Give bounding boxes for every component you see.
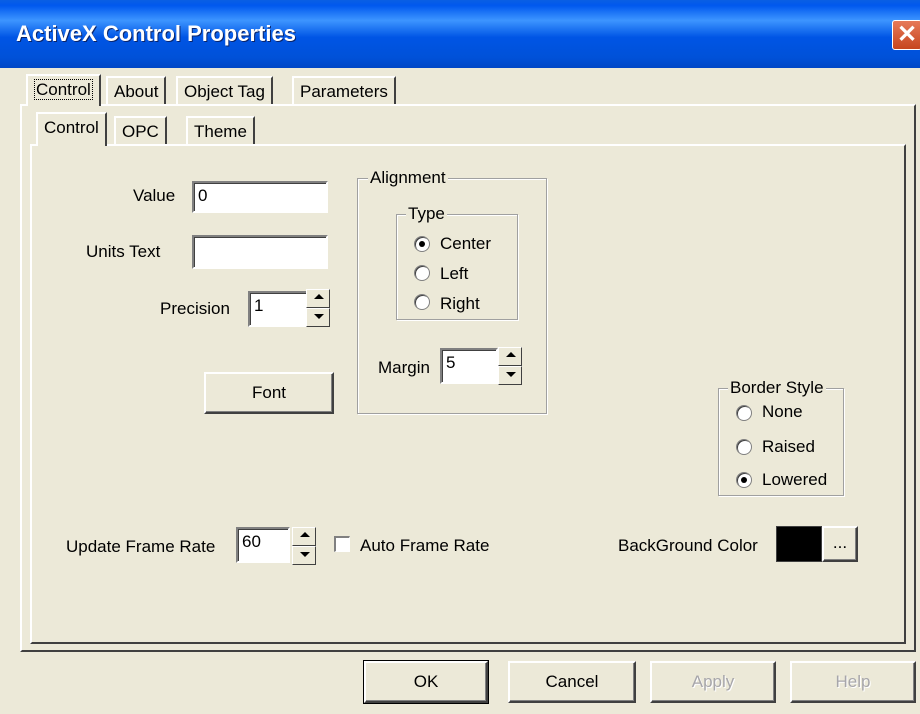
spin-down-icon [314,314,324,319]
tab-parameters-label: Parameters [300,82,388,101]
apply-label: Apply [691,672,735,691]
apply-button[interactable]: Apply [650,661,776,703]
border-lowered-radio[interactable] [736,472,752,488]
tab-about-label: About [114,82,159,101]
margin-input[interactable]: 5 [440,348,498,384]
tab-control-label: Control [34,79,93,100]
border-style-legend: Border Style [728,378,826,398]
align-left-radio[interactable] [414,265,430,281]
help-button[interactable]: Help [790,661,916,703]
tab-parameters[interactable]: Parameters [292,76,396,106]
precision-spin-down[interactable] [306,308,330,327]
border-none-label: None [762,402,803,421]
update-rate-spin-down[interactable] [292,546,316,565]
spin-down-icon [506,372,516,377]
close-button[interactable]: ✕ [892,20,920,50]
auto-frame-rate-label: Auto Frame Rate [360,536,490,555]
units-text-input[interactable] [192,235,328,269]
update-rate-spin-up[interactable] [292,527,316,546]
background-color-label: BackGround Color [618,536,758,555]
border-lowered-label: Lowered [762,470,828,489]
title-bar: ActiveX Control Properties ✕ [0,0,920,68]
precision-spin-up[interactable] [306,289,330,308]
spin-up-icon [506,352,516,357]
align-right-radio[interactable] [414,294,430,310]
background-color-picker-button[interactable]: ... [822,526,858,562]
update-frame-rate-spinner[interactable] [292,527,316,565]
margin-label: Margin [378,358,430,377]
tab-object-tag-label: Object Tag [184,82,265,101]
spin-down-icon [300,552,310,557]
tab-object-tag[interactable]: Object Tag [176,76,273,106]
inner-tab-control-label: Control [44,118,99,137]
margin-spinner[interactable] [498,347,522,385]
alignment-legend: Alignment [368,168,448,188]
update-frame-rate-label: Update Frame Rate [66,537,216,556]
font-button[interactable]: Font [204,372,334,414]
align-center-label: Center [440,234,492,253]
align-right-label: Right [440,294,480,313]
border-none-radio[interactable] [736,405,752,421]
margin-spin-down[interactable] [498,366,522,385]
tab-about[interactable]: About [106,76,167,106]
inner-tab-theme[interactable]: Theme [186,116,255,146]
background-color-swatch[interactable] [776,526,822,562]
ellipsis-label: ... [832,533,848,552]
ok-label: OK [413,672,439,691]
precision-label: Precision [160,299,230,318]
window-title: ActiveX Control Properties [16,21,296,46]
value-input[interactable]: 0 [192,181,328,213]
border-raised-label: Raised [762,437,815,456]
spin-up-icon [300,532,310,537]
precision-spinner[interactable] [306,289,330,327]
inner-tab-opc[interactable]: OPC [114,116,167,146]
inner-tab-theme-label: Theme [194,122,247,141]
margin-spin-up[interactable] [498,347,522,366]
type-legend: Type [406,204,447,224]
close-icon: ✕ [897,21,918,48]
cancel-label: Cancel [545,672,599,691]
help-label: Help [835,672,871,691]
auto-frame-rate-checkbox[interactable] [334,536,350,552]
update-frame-rate-input[interactable]: 60 [236,527,290,563]
value-label: Value [133,186,176,205]
inner-tab-control[interactable]: Control [36,112,107,146]
tab-control[interactable]: Control [26,74,101,106]
border-raised-radio[interactable] [736,439,752,455]
font-button-label: Font [251,383,287,402]
align-left-label: Left [440,264,469,283]
spin-up-icon [314,294,324,299]
cancel-button[interactable]: Cancel [508,661,636,703]
units-text-label: Units Text [86,242,161,261]
ok-button[interactable]: OK [363,660,489,704]
precision-input[interactable]: 1 [248,291,308,327]
align-center-radio[interactable] [414,236,430,252]
inner-tab-opc-label: OPC [122,122,159,141]
